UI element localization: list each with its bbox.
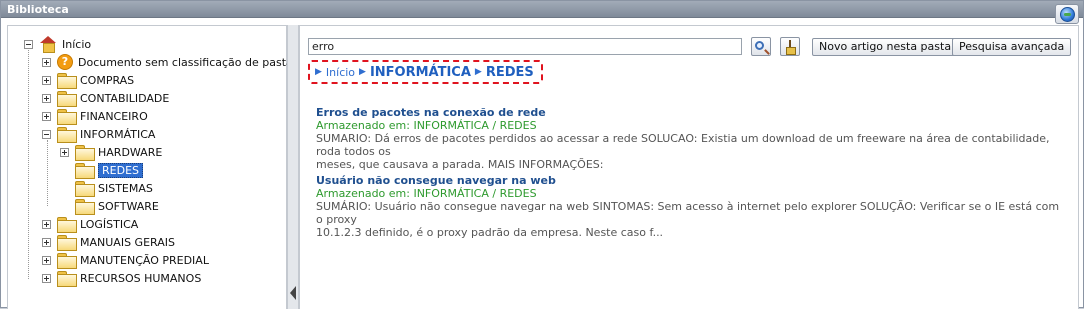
breadcrumb-arrow-icon: ▶ bbox=[315, 67, 322, 77]
folder-icon bbox=[57, 253, 77, 269]
expand-icon[interactable] bbox=[42, 273, 51, 283]
magnifier-icon bbox=[755, 41, 764, 50]
folder-open-icon bbox=[57, 127, 77, 143]
breadcrumb: ▶ Início ▶ INFORMÁTICA ▶ REDES bbox=[308, 60, 543, 84]
window-titlebar: Biblioteca bbox=[1, 1, 1083, 18]
tree-label: Documento sem classificação de pasta bbox=[78, 55, 293, 69]
breadcrumb-level1-link[interactable]: INFORMÁTICA bbox=[370, 65, 471, 80]
tree-label: CONTABILIDADE bbox=[80, 91, 170, 105]
folder-icon bbox=[57, 109, 77, 125]
search-result: Erros de pacotes na conexão de rede Arma… bbox=[316, 106, 1066, 171]
result-title-link[interactable]: Usuário não consegue navegar na web bbox=[316, 174, 1066, 187]
collapse-icon[interactable] bbox=[24, 39, 33, 49]
tree-label: MANUTENÇÃO PREDIAL bbox=[80, 253, 209, 267]
panel-splitter[interactable] bbox=[287, 25, 299, 309]
clear-search-button[interactable] bbox=[780, 37, 800, 56]
expand-icon[interactable] bbox=[42, 219, 51, 229]
expand-icon[interactable] bbox=[42, 255, 51, 265]
breadcrumb-level2-link[interactable]: REDES bbox=[486, 65, 534, 80]
expand-icon[interactable] bbox=[42, 93, 51, 103]
tree-label-selected: REDES bbox=[98, 162, 143, 178]
folder-icon bbox=[75, 199, 95, 215]
result-path: Armazenado em: INFORMÁTICA / REDES bbox=[316, 187, 537, 200]
tree-node-sistemas[interactable]: SISTEMAS bbox=[75, 180, 153, 197]
expand-icon[interactable] bbox=[60, 147, 69, 157]
folder-icon bbox=[57, 235, 77, 251]
tree-guide-line bbox=[47, 140, 48, 206]
broom-icon bbox=[786, 40, 796, 55]
tree-node-compras[interactable]: COMPRAS bbox=[42, 72, 135, 89]
tree-label: Início bbox=[62, 37, 92, 51]
tree-label: FINANCEIRO bbox=[80, 109, 148, 123]
window-title: Biblioteca bbox=[7, 3, 69, 16]
folder-icon bbox=[57, 217, 77, 233]
tree-node-manuais-gerais[interactable]: MANUAIS GERAIS bbox=[42, 234, 175, 251]
tree-node-software[interactable]: SOFTWARE bbox=[75, 198, 159, 215]
tree-label: LOGÍSTICA bbox=[80, 217, 139, 231]
new-article-button[interactable]: Novo artigo nesta pasta bbox=[812, 38, 959, 56]
collapse-icon[interactable] bbox=[42, 129, 51, 139]
search-result: Usuário não consegue navegar na web Arma… bbox=[316, 174, 1066, 239]
tree-node-logistica[interactable]: LOGÍSTICA bbox=[42, 216, 139, 233]
tree-label: HARDWARE bbox=[98, 145, 163, 159]
breadcrumb-arrow-icon: ▶ bbox=[359, 67, 366, 77]
folder-icon bbox=[57, 91, 77, 107]
expand-icon[interactable] bbox=[42, 75, 51, 85]
tree-label: COMPRAS bbox=[80, 73, 135, 87]
result-title-link[interactable]: Erros de pacotes na conexão de rede bbox=[316, 106, 1066, 119]
search-button[interactable] bbox=[751, 37, 771, 56]
expand-icon[interactable] bbox=[42, 111, 51, 121]
tree-node-root[interactable]: Início bbox=[24, 36, 92, 53]
tree-label: INFORMÁTICA bbox=[80, 127, 156, 141]
tree-node-financeiro[interactable]: FINANCEIRO bbox=[42, 108, 148, 125]
tree-node-recursos-humanos[interactable]: RECURSOS HUMANOS bbox=[42, 270, 202, 287]
folder-icon bbox=[75, 181, 95, 197]
expand-icon[interactable] bbox=[42, 57, 51, 67]
folder-icon bbox=[75, 163, 95, 179]
tree-label: SOFTWARE bbox=[98, 199, 159, 213]
folder-icon bbox=[57, 73, 77, 89]
tree-node-contabilidade[interactable]: CONTABILIDADE bbox=[42, 90, 170, 107]
search-input[interactable] bbox=[308, 38, 742, 55]
result-summary-line: SUMÁRIO: Usuário não consegue navegar na… bbox=[316, 200, 1060, 226]
tree-node-hardware[interactable]: HARDWARE bbox=[60, 144, 163, 161]
collapse-panel-arrow-icon[interactable] bbox=[290, 286, 296, 300]
home-icon bbox=[39, 36, 57, 53]
folder-icon bbox=[57, 271, 77, 287]
tree-label: MANUAIS GERAIS bbox=[80, 235, 175, 249]
result-summary-line: SUMARIO: Dá erros de pacotes perdidos ao… bbox=[316, 132, 1050, 158]
breadcrumb-home-link[interactable]: Início bbox=[326, 66, 355, 79]
warning-icon: ? bbox=[57, 54, 73, 70]
breadcrumb-arrow-icon: ▶ bbox=[474, 67, 482, 77]
expand-icon[interactable] bbox=[42, 237, 51, 247]
result-path: Armazenado em: INFORMÁTICA / REDES bbox=[316, 119, 537, 132]
tree-node-redes[interactable]: REDES bbox=[75, 162, 143, 179]
tree-label: SISTEMAS bbox=[98, 181, 153, 195]
help-globe-icon bbox=[1060, 7, 1075, 22]
tree-node-informatica[interactable]: INFORMÁTICA bbox=[42, 126, 156, 143]
library-window: Biblioteca Início ? Documento sem classi… bbox=[0, 0, 1084, 309]
folder-tree-panel: Início ? Documento sem classificação de … bbox=[7, 25, 293, 309]
result-summary-line: 10.1.2.3 definido, é o proxy padrão da e… bbox=[316, 226, 664, 239]
help-button[interactable] bbox=[1055, 4, 1079, 24]
tree-node-unclassified[interactable]: ? Documento sem classificação de pasta bbox=[42, 54, 293, 70]
advanced-search-button[interactable]: Pesquisa avançada bbox=[952, 38, 1072, 56]
tree-label: RECURSOS HUMANOS bbox=[80, 271, 202, 285]
folder-icon bbox=[75, 145, 95, 161]
tree-node-manutencao-predial[interactable]: MANUTENÇÃO PREDIAL bbox=[42, 252, 209, 269]
content-panel: Novo artigo nesta pasta Pesquisa avançad… bbox=[299, 25, 1079, 309]
tree-guide-line bbox=[28, 50, 29, 279]
result-summary-line: meses, que causava a parada. MAIS INFORM… bbox=[316, 158, 604, 171]
